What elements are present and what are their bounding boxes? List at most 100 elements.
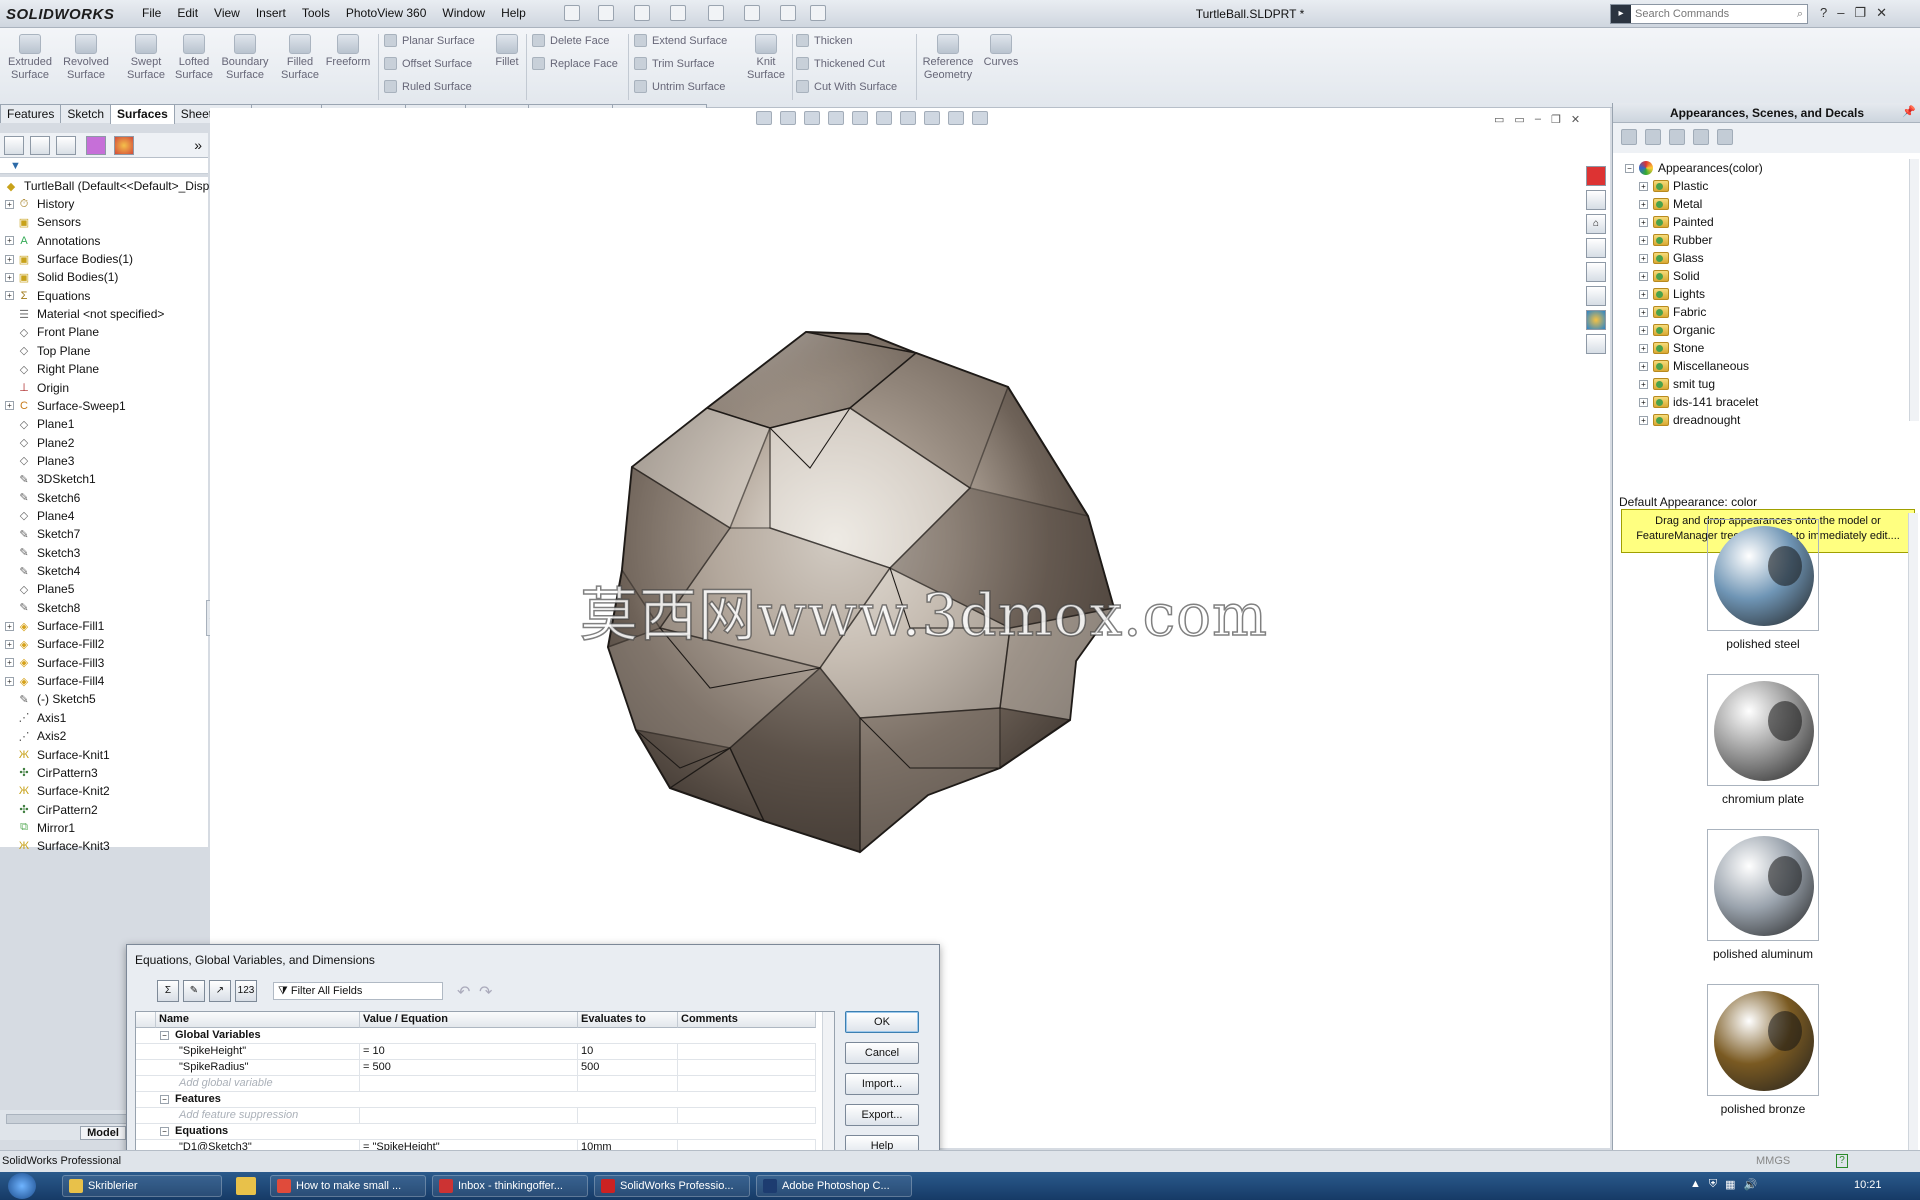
expand-icon[interactable]: +: [1639, 181, 1648, 191]
collapse-icon[interactable]: −: [160, 1127, 169, 1136]
ribbon-thicken-button[interactable]: Thicken: [796, 34, 853, 47]
grid-cell[interactable]: = 500: [360, 1060, 578, 1076]
tree-item-surface-fill2[interactable]: + ◈ Surface-Fill2: [0, 635, 104, 653]
ribbon-thickened-cut-button[interactable]: Thickened Cut: [796, 57, 885, 70]
expand-icon[interactable]: +: [5, 236, 14, 246]
equation-view-icon[interactable]: Σ: [157, 980, 179, 1002]
appearance-folder-lights[interactable]: + Lights: [1639, 285, 1705, 303]
tree-item-surface-fill4[interactable]: + ◈ Surface-Fill4: [0, 672, 104, 690]
expand-icon[interactable]: +: [5, 621, 14, 631]
tree-item-mirror1[interactable]: ⧉ Mirror1: [0, 819, 75, 837]
swatch-thumbnail[interactable]: [1707, 984, 1819, 1096]
tree-item-annotations[interactable]: + A Annotations: [0, 232, 100, 250]
view-settings-icon[interactable]: [972, 111, 988, 125]
ribbon-planar-surface-button[interactable]: Planar Surface: [384, 34, 475, 47]
ribbon-freeform-button[interactable]: Freeform: [324, 34, 372, 69]
reference-geometry-button[interactable]: Reference Geometry: [920, 34, 976, 82]
tree-filter[interactable]: ▼: [0, 158, 208, 174]
ribbon-untrim-surface-button[interactable]: Untrim Surface: [634, 80, 725, 93]
expand-icon[interactable]: +: [1639, 397, 1648, 407]
appearances-root[interactable]: − Appearances(color): [1625, 159, 1763, 177]
collapse-icon[interactable]: −: [160, 1031, 169, 1040]
taskbar-item[interactable]: Inbox - thinkingoffer...: [432, 1175, 588, 1197]
expand-icon[interactable]: +: [1639, 379, 1648, 389]
knit-surface-button[interactable]: Knit Surface: [744, 34, 788, 82]
ribbon-swept-surface-button[interactable]: Swept Surface: [122, 34, 170, 82]
redo-icon[interactable]: ↷: [479, 982, 492, 1002]
grid-section-row[interactable]: − Equations: [136, 1124, 816, 1140]
display-style-icon[interactable]: [876, 111, 892, 125]
tree-item-sketch5[interactable]: ✎ (-) Sketch5: [0, 690, 95, 708]
tray-volume-icon[interactable]: 🔊: [1744, 1178, 1758, 1191]
feature-tree-tab-icon[interactable]: [4, 136, 24, 155]
dimension-view-icon[interactable]: ↗: [209, 980, 231, 1002]
collapse-icon[interactable]: −: [160, 1095, 169, 1104]
tree-item-cirpattern3[interactable]: ✣ CirPattern3: [0, 764, 97, 782]
tree-item-sketch8[interactable]: ✎ Sketch8: [0, 599, 80, 617]
pin-icon[interactable]: 📌: [1902, 105, 1916, 118]
tree-item-surface-bodies-1[interactable]: + ▣ Surface Bodies(1): [0, 250, 133, 268]
tree-item-sketch3[interactable]: ✎ Sketch3: [0, 544, 80, 562]
tab-features[interactable]: Features: [0, 104, 62, 123]
tree-item-surface-fill3[interactable]: + ◈ Surface-Fill3: [0, 654, 104, 672]
section-view-icon[interactable]: [828, 111, 844, 125]
expand-icon[interactable]: +: [5, 639, 14, 649]
appearance-folder-miscellaneous[interactable]: + Miscellaneous: [1639, 357, 1749, 375]
tree-item-solid-bodies-1[interactable]: + ▣ Solid Bodies(1): [0, 268, 118, 286]
grid-row[interactable]: "SpikeHeight" = 10 10: [136, 1044, 816, 1060]
expand-icon[interactable]: +: [1639, 361, 1648, 371]
tree-item-plane4[interactable]: ◇ Plane4: [0, 507, 75, 525]
edit-appearance-icon[interactable]: [924, 111, 940, 125]
grid-cell[interactable]: [678, 1108, 816, 1124]
appearance-folder-plastic[interactable]: + Plastic: [1639, 177, 1708, 195]
appearance-folder-ids-141-bracelet[interactable]: + ids-141 bracelet: [1639, 393, 1758, 411]
grid-cell[interactable]: [678, 1044, 816, 1060]
grid-cell[interactable]: Add global variable: [176, 1076, 360, 1092]
expand-panel-icon[interactable]: »: [194, 137, 202, 153]
tree-item-surface-knit1[interactable]: Ж Surface-Knit1: [0, 746, 110, 764]
help-status-icon[interactable]: ?: [1836, 1154, 1848, 1168]
close-icon[interactable]: ✕: [1876, 5, 1887, 21]
grid-cell[interactable]: "SpikeRadius": [176, 1060, 360, 1076]
tree-item-equations[interactable]: + Σ Equations: [0, 287, 90, 305]
grid-section-row[interactable]: − Features: [136, 1092, 816, 1108]
ribbon-ruled-surface-button[interactable]: Ruled Surface: [384, 80, 472, 93]
zoom-to-fit-icon[interactable]: [756, 111, 772, 125]
rebuild-icon[interactable]: [780, 5, 796, 21]
tray-network-icon[interactable]: ▦: [1725, 1178, 1735, 1191]
grid-add-row[interactable]: Add global variable: [136, 1076, 816, 1092]
expand-icon[interactable]: +: [5, 254, 14, 264]
appearance-folder-metal[interactable]: + Metal: [1639, 195, 1702, 213]
grid-row[interactable]: "SpikeRadius" = 500 500: [136, 1060, 816, 1076]
ribbon-extend-surface-button[interactable]: Extend Surface: [634, 34, 727, 47]
view-palette-tab-icon[interactable]: [1586, 286, 1606, 306]
grid-section-row[interactable]: − Global Variables: [136, 1028, 816, 1044]
expand-icon[interactable]: +: [1639, 235, 1648, 245]
file-explorer-tab-icon[interactable]: [1586, 238, 1606, 258]
filter-field[interactable]: ⧩ Filter All Fields: [273, 982, 443, 1000]
ribbon-lofted-surface-button[interactable]: Lofted Surface: [170, 34, 218, 82]
tree-item-sketch6[interactable]: ✎ Sketch6: [0, 489, 80, 507]
viewport-close-icon[interactable]: ✕: [1571, 113, 1580, 126]
restore-icon[interactable]: ❐: [1854, 5, 1866, 21]
appearance-folder-rubber[interactable]: + Rubber: [1639, 231, 1712, 249]
expand-icon[interactable]: +: [1639, 271, 1648, 281]
appearance-swatch[interactable]: polished aluminum: [1613, 829, 1913, 961]
grid-cell[interactable]: "SpikeHeight": [176, 1044, 360, 1060]
ordered-view-icon[interactable]: 123: [235, 980, 257, 1002]
folder-tab-icon[interactable]: [1586, 262, 1606, 282]
tree-item-sensors[interactable]: ▣ Sensors: [0, 213, 81, 231]
menu-insert[interactable]: Insert: [256, 6, 286, 20]
appearance-swatch[interactable]: polished steel: [1613, 519, 1913, 651]
expand-icon[interactable]: +: [1639, 253, 1648, 263]
tab-surfaces[interactable]: Surfaces: [110, 104, 175, 124]
split-horizontal-icon[interactable]: ▭: [1494, 113, 1504, 126]
help-icon[interactable]: ?: [1820, 5, 1827, 21]
taskbar-item[interactable]: How to make small ...: [270, 1175, 426, 1197]
tree-item-plane3[interactable]: ◇ Plane3: [0, 452, 75, 470]
tab-sketch[interactable]: Sketch: [60, 104, 112, 123]
tree-item-surface-knit3[interactable]: Ж Surface-Knit3: [0, 837, 110, 855]
solidworks-logo[interactable]: SOLIDWORKS: [6, 6, 114, 23]
display-manager-tab-icon[interactable]: [114, 136, 134, 155]
undo-icon[interactable]: ↶: [457, 982, 470, 1002]
